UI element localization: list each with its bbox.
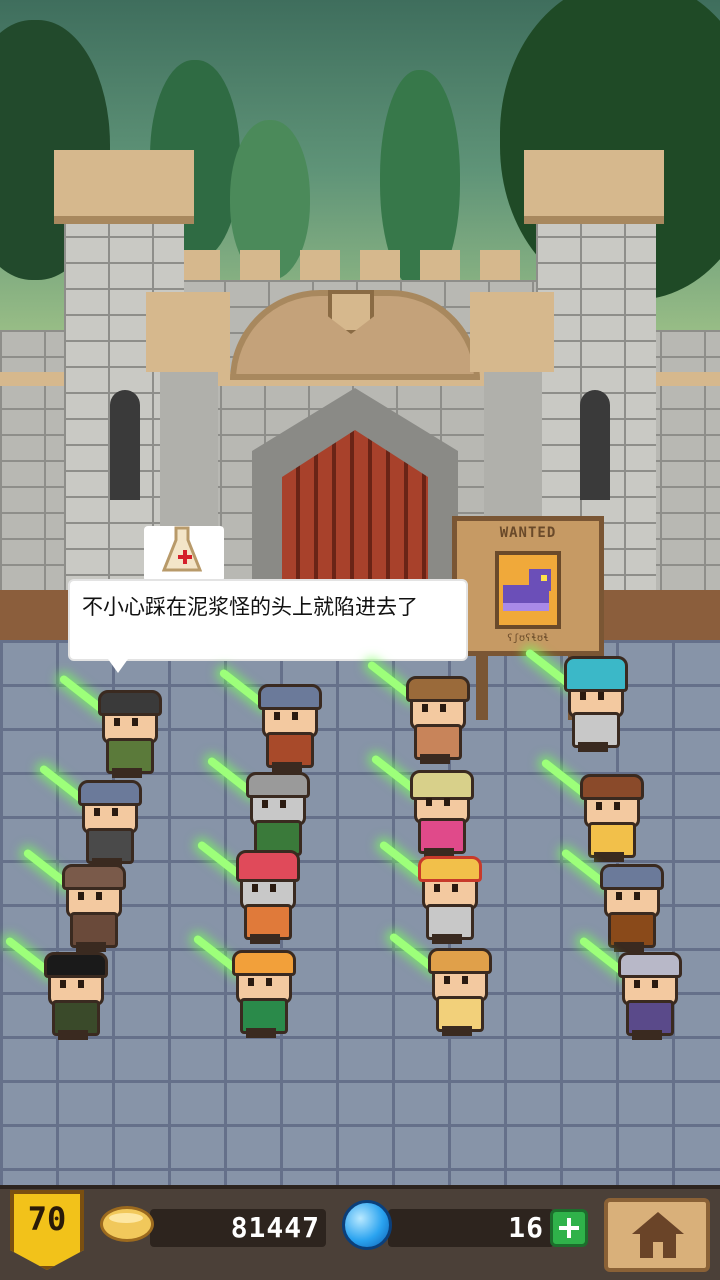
hero-character[interactable] [388,931,492,1036]
inner-tower-cap-left [146,292,230,372]
home-button[interactable] [604,1198,710,1272]
tower-window [110,390,140,500]
hero-character[interactable] [370,753,474,858]
tower-window [580,390,610,500]
hero-character[interactable] [218,667,322,772]
blue-gem-icon [342,1200,392,1250]
home-icon-door [653,1242,663,1258]
home-icon [632,1212,684,1234]
hero-character[interactable] [540,757,644,862]
dialog-text: 不小心踩在泥浆怪的头上就陷进去了 [82,595,418,619]
hero-character[interactable] [192,933,296,1038]
flask-alert-icon[interactable] [161,526,203,572]
wanted-board[interactable]: WANTED ʕʃʊʕɬʊɬ [452,516,604,656]
hero-character[interactable] [524,647,628,752]
dialog-bubble-tail [108,659,128,673]
gem-value: 16 [508,1211,544,1244]
left-tower-cap [54,150,194,220]
hero-character[interactable] [22,847,126,952]
game-scene: WANTED ʕʃʊʕɬʊɬ 不小心踩在泥浆怪的头上就陷进去了 70 81447… [0,0,720,1280]
wanted-footer: ʕʃʊʕɬʊɬ [506,633,550,644]
level-value: 70 [27,1200,67,1238]
gold-counter: 81447 [150,1209,326,1247]
inner-tower-cap-right [470,292,554,372]
gem-counter: 16 [388,1209,554,1247]
hero-character[interactable] [4,935,108,1040]
wanted-title: WANTED [499,525,557,541]
dialog-bubble: 不小心踩在泥浆怪的头上就陷进去了 [68,579,468,661]
hero-character[interactable] [366,659,470,764]
right-tower-cap-shadow [524,216,664,224]
right-tower-cap [524,150,664,220]
hero-character[interactable] [378,839,482,944]
gold-coin-icon [100,1206,154,1242]
gold-value: 81447 [230,1211,320,1244]
hero-character[interactable] [38,763,142,868]
hero-character[interactable] [206,755,310,860]
hero-character[interactable] [196,839,300,944]
board-post [476,650,488,720]
add-gems-button[interactable] [550,1209,588,1247]
hero-character[interactable] [560,847,664,952]
hero-character[interactable] [578,935,682,1040]
wanted-monster-portrait [495,551,561,629]
left-tower-cap-shadow [54,216,194,224]
hero-character[interactable] [58,673,162,778]
